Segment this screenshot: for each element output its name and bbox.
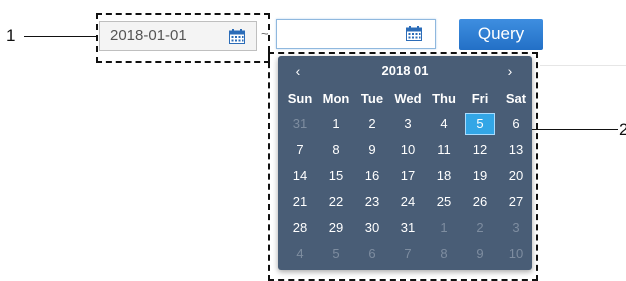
- callout-leader-1: [24, 36, 98, 37]
- weekday-label: Thu: [432, 91, 456, 106]
- month-title[interactable]: 2018 01: [278, 56, 532, 86]
- day-cell[interactable]: 3: [501, 217, 531, 239]
- calendar-icon[interactable]: [229, 29, 245, 44]
- day-cell[interactable]: 23: [357, 191, 387, 213]
- day-cell[interactable]: 28: [285, 217, 315, 239]
- day-cell[interactable]: 4: [429, 113, 459, 135]
- day-cell[interactable]: 21: [285, 191, 315, 213]
- day-cell[interactable]: 12: [465, 139, 495, 161]
- day-cell[interactable]: 9: [357, 139, 387, 161]
- start-date-input[interactable]: 2018-01-01: [99, 21, 257, 51]
- day-cell[interactable]: 24: [393, 191, 423, 213]
- weekday-label: Sat: [505, 91, 527, 106]
- toolbar-divider: [540, 65, 626, 66]
- day-cell[interactable]: 29: [321, 217, 351, 239]
- day-cell[interactable]: 18: [429, 165, 459, 187]
- day-cell[interactable]: 7: [393, 243, 423, 265]
- weekday-label: Fri: [471, 91, 489, 106]
- day-cell[interactable]: 3: [393, 113, 423, 135]
- day-cell[interactable]: 1: [429, 217, 459, 239]
- day-cell[interactable]: 6: [501, 113, 531, 135]
- day-cell[interactable]: 14: [285, 165, 315, 187]
- day-cell[interactable]: 9: [465, 243, 495, 265]
- day-cell[interactable]: 5: [321, 243, 351, 265]
- day-cell[interactable]: 8: [429, 243, 459, 265]
- selected-day-cell[interactable]: 5: [465, 113, 495, 135]
- day-cell[interactable]: 8: [321, 139, 351, 161]
- day-cell[interactable]: 11: [429, 139, 459, 161]
- weekday-label: Sun: [287, 91, 313, 106]
- start-date-value: 2018-01-01: [110, 27, 187, 44]
- day-cell[interactable]: 27: [501, 191, 531, 213]
- day-cell[interactable]: 4: [285, 243, 315, 265]
- end-date-input[interactable]: [276, 19, 436, 49]
- date-picker-popup: ‹ 2018 01 › Sun Mon Tue Wed Thu Fri Sat 31 1 2 3 4…: [278, 56, 532, 270]
- day-cell[interactable]: 1: [321, 113, 351, 135]
- day-cell[interactable]: 2: [465, 217, 495, 239]
- callout-number-1: 1: [6, 26, 16, 45]
- day-cell[interactable]: 6: [357, 243, 387, 265]
- day-cell[interactable]: 7: [285, 139, 315, 161]
- day-cell[interactable]: 26: [465, 191, 495, 213]
- date-range-separator: ~: [261, 26, 269, 41]
- day-cell[interactable]: 10: [501, 243, 531, 265]
- day-cell[interactable]: 15: [321, 165, 351, 187]
- day-cell[interactable]: 17: [393, 165, 423, 187]
- weekday-label: Wed: [394, 91, 422, 106]
- day-cell[interactable]: 20: [501, 165, 531, 187]
- query-button[interactable]: Query: [459, 19, 543, 50]
- day-cell[interactable]: 19: [465, 165, 495, 187]
- day-cell[interactable]: 30: [357, 217, 387, 239]
- day-cell[interactable]: 10: [393, 139, 423, 161]
- day-cell[interactable]: 22: [321, 191, 351, 213]
- day-cell[interactable]: 31: [285, 113, 315, 135]
- callout-number-2: 2: [619, 120, 626, 139]
- calendar-icon[interactable]: [406, 26, 422, 41]
- day-cell[interactable]: 31: [393, 217, 423, 239]
- day-cell[interactable]: 16: [357, 165, 387, 187]
- weekday-label: Tue: [360, 91, 384, 106]
- day-cell[interactable]: 2: [357, 113, 387, 135]
- day-cell[interactable]: 25: [429, 191, 459, 213]
- next-month-button[interactable]: ›: [500, 56, 520, 86]
- day-cell[interactable]: 13: [501, 139, 531, 161]
- weekday-label: Mon: [322, 91, 350, 106]
